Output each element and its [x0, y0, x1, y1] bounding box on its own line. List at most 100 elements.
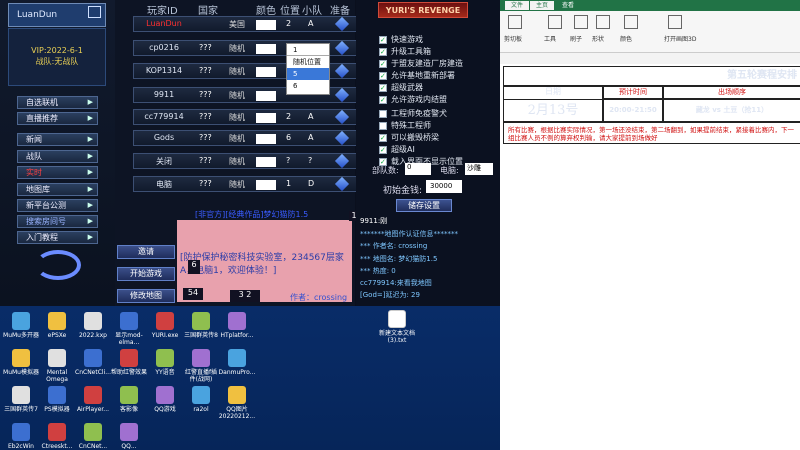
desktop-icon[interactable]: 2022.kxp — [74, 312, 112, 339]
menu-item[interactable]: 实时 ▶ — [17, 166, 98, 179]
desktop-icon[interactable]: MuMu多开器 — [2, 312, 40, 339]
player-slot[interactable]: 关闭??? 随机?? — [133, 153, 357, 169]
desktop-icon[interactable]: QQ游戏 — [146, 386, 184, 413]
computer-select[interactable]: 沙雕 — [465, 163, 493, 175]
option-checkbox[interactable]: ✓ 允许游戏内结盟 — [379, 94, 447, 105]
desktop-icon[interactable]: 帮助红警效果 — [110, 349, 148, 376]
desktop-icon[interactable]: DanmuPro... — [218, 349, 256, 376]
desktop-icon[interactable]: QQ... — [110, 423, 148, 450]
desktop-icon[interactable]: 三国群英传8 — [182, 312, 220, 339]
desktop-file-icon[interactable]: 新建文本文档(3).txt — [374, 310, 420, 344]
player-country[interactable]: 随机 — [229, 66, 245, 77]
color-swatch[interactable] — [256, 180, 276, 190]
color-swatch[interactable] — [256, 157, 276, 167]
player-slot[interactable]: 电脑??? 随机 1 D — [133, 176, 357, 192]
tab-file[interactable]: 文件 — [505, 1, 530, 10]
start-game-button[interactable]: 开始游戏 — [117, 267, 175, 281]
desktop-icon[interactable]: MuMu模拟器 — [2, 349, 40, 376]
player-country[interactable]: 随机 — [229, 43, 245, 54]
option-checkbox[interactable]: 工程师免疫警犬 — [379, 108, 447, 119]
menu-item[interactable]: 战队 ▶ — [17, 150, 98, 163]
player-rank[interactable]: ??? — [199, 112, 212, 121]
player-rank[interactable]: ??? — [199, 90, 212, 99]
player-rank[interactable]: ??? — [199, 179, 212, 188]
desktop-icon[interactable]: Mental Omega — [38, 349, 76, 383]
save-settings-button[interactable]: 储存设置 — [396, 199, 452, 212]
desktop-icon[interactable]: 红警直播f插件(战网) — [182, 349, 220, 383]
option-checkbox[interactable]: ✓ 可以搬毁桥梁 — [379, 132, 439, 143]
desktop-icon[interactable]: 客影像 — [110, 386, 148, 413]
ribbon-tool-icon[interactable] — [574, 15, 588, 29]
ribbon-tool-icon[interactable] — [596, 15, 610, 29]
color-swatch[interactable] — [256, 113, 276, 123]
color-swatch[interactable] — [256, 67, 276, 77]
menu-item[interactable]: 入门教程 ▶ — [17, 231, 98, 244]
menu-item[interactable]: 地图库 ▶ — [17, 183, 98, 196]
player-position[interactable]: 2 — [286, 19, 291, 28]
player-rank[interactable]: ??? — [199, 66, 212, 75]
color-swatch[interactable] — [256, 44, 276, 54]
player-country[interactable]: 随机 — [229, 156, 245, 167]
desktop-icon[interactable]: CnCNetCli... — [74, 349, 112, 376]
option-checkbox[interactable]: ✓ 超级AI — [379, 144, 415, 155]
player-team[interactable]: A — [308, 19, 313, 28]
tab-home[interactable]: 主页 — [530, 1, 555, 10]
player-country[interactable]: 随机 — [229, 90, 245, 101]
ribbon-tool-icon[interactable] — [668, 15, 682, 29]
ribbon-button-label[interactable]: 刷子 — [570, 34, 582, 43]
desktop-icon[interactable]: 显示mod-elma... — [110, 312, 148, 346]
ribbon-button-label[interactable]: 形状 — [592, 34, 604, 43]
ribbon-tool-icon[interactable] — [548, 15, 562, 29]
player-position[interactable]: ? — [286, 156, 290, 165]
desktop-icon[interactable]: AirPlayer... — [74, 386, 112, 413]
dropdown-option[interactable]: 6 — [287, 80, 329, 92]
desktop-icon[interactable]: ePSXe — [38, 312, 76, 339]
player-country[interactable]: 随机 — [229, 112, 245, 123]
player-team[interactable]: D — [308, 179, 314, 188]
ribbon-tool-icon[interactable] — [624, 15, 638, 29]
ribbon-button-label[interactable]: 颜色 — [620, 34, 632, 43]
player-position[interactable]: 1 — [286, 179, 291, 188]
player-slot[interactable]: cc779914??? 随机 2 A — [133, 109, 357, 125]
ribbon-button-label[interactable]: 剪切板 — [504, 34, 522, 43]
desktop-icon[interactable]: ra2ol — [182, 386, 220, 413]
menu-item[interactable]: 新平台公测 ▶ — [17, 199, 98, 212]
ribbon-button-label[interactable]: 工具 — [544, 34, 556, 43]
option-checkbox[interactable]: ✓ 允许基地重新部署 — [379, 70, 455, 81]
player-rank[interactable]: ??? — [199, 156, 212, 165]
player-country[interactable]: 随机 — [229, 179, 245, 190]
dropdown-option[interactable]: 5 — [287, 68, 329, 80]
desktop-icon[interactable]: Ctreeskt... — [38, 423, 76, 450]
player-team[interactable]: A — [308, 112, 313, 121]
player-country[interactable]: 随机 — [229, 133, 245, 144]
player-rank[interactable]: ??? — [199, 43, 212, 52]
edit-map-button[interactable]: 修改地图 — [117, 289, 175, 303]
option-checkbox[interactable]: ✓ 于盟友建造厂房建造 — [379, 58, 463, 69]
team-count-select[interactable]: 0 — [405, 163, 431, 175]
color-swatch[interactable] — [256, 134, 276, 144]
player-team[interactable]: ? — [308, 156, 312, 165]
player-rank[interactable]: ??? — [199, 133, 212, 142]
desktop-icon[interactable]: YY语音 — [146, 349, 184, 376]
color-swatch[interactable] — [256, 91, 276, 101]
position-dropdown[interactable]: 1 随机位置 5 6 — [286, 43, 330, 95]
menu-item[interactable]: 自选联机 ▶ — [17, 96, 98, 109]
tab-view[interactable]: 查看 — [556, 1, 580, 10]
color-swatch[interactable] — [256, 20, 276, 30]
ribbon-tool-icon[interactable] — [508, 15, 522, 29]
menu-item[interactable]: 直播推荐 ▶ — [17, 112, 98, 125]
menu-item[interactable]: 新闻 ▶ — [17, 133, 98, 146]
desktop-icon[interactable]: QQ图片20220212... — [218, 386, 256, 420]
home-icon[interactable] — [88, 6, 101, 18]
desktop-icon[interactable]: Eb2cWin — [2, 423, 40, 450]
desktop-icon[interactable]: CnCNet... — [74, 423, 112, 450]
player-slot[interactable]: Gods??? 随机 6 A — [133, 130, 357, 146]
player-team[interactable]: A — [308, 133, 313, 142]
menu-item[interactable]: 搜索房间号 ▶ — [17, 215, 98, 228]
money-input[interactable]: 30000 — [426, 180, 462, 193]
option-checkbox[interactable]: ✓ 升级工具箱 — [379, 46, 431, 57]
desktop-icon[interactable]: 三国群英传7 — [2, 386, 40, 413]
desktop-icon[interactable]: HTplatfor... — [218, 312, 256, 339]
ribbon-button-label[interactable]: 打开画图3D — [664, 34, 696, 43]
refresh-icon[interactable] — [35, 250, 81, 280]
